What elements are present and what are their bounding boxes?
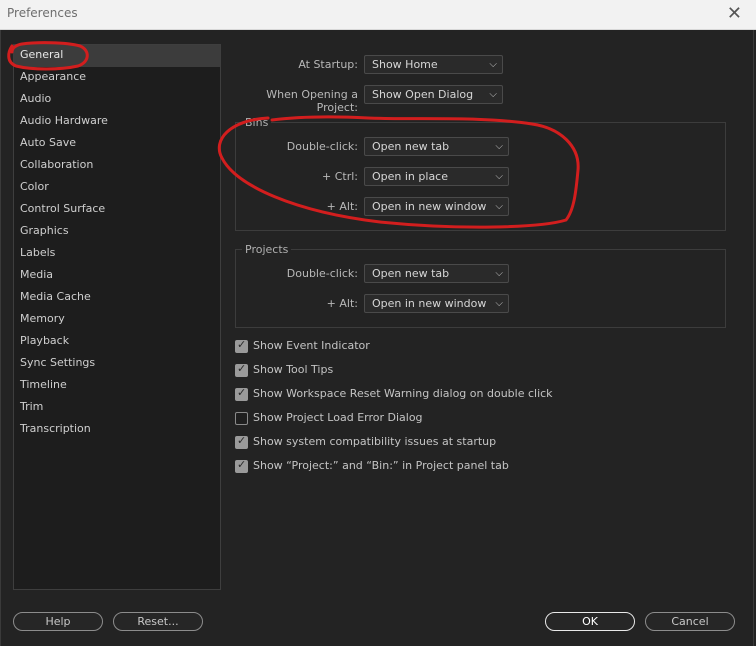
checkbox-label: Show Workspace Reset Warning dialog on d…: [253, 387, 553, 400]
sidebar-item-audio[interactable]: Audio: [14, 89, 220, 111]
checkbox-label: Show Project Load Error Dialog: [253, 411, 423, 424]
checkbox-label: Show “Project:” and “Bin:” in Project pa…: [253, 459, 509, 472]
sidebar-item-collaboration[interactable]: Collaboration: [14, 155, 220, 177]
sidebar-item-control-surface[interactable]: Control Surface: [14, 199, 220, 221]
window-title: Preferences: [7, 6, 78, 20]
sidebar-item-transcription[interactable]: Transcription: [14, 419, 220, 441]
bins-ctrl-value: Open in place: [372, 170, 448, 183]
sidebar-item-auto-save[interactable]: Auto Save: [14, 133, 220, 155]
projects-alt-value: Open in new window: [372, 297, 487, 310]
checkbox-unchecked[interactable]: [235, 412, 248, 425]
chevron-down-icon: ⌵: [495, 268, 503, 279]
checkbox-checked[interactable]: [235, 386, 248, 401]
projects-alt-label: + Alt:: [326, 297, 358, 310]
reset-button[interactable]: Reset...: [113, 612, 203, 631]
cancel-button[interactable]: Cancel: [645, 612, 735, 631]
at-startup-label: At Startup:: [298, 58, 358, 71]
sidebar-item-timeline[interactable]: Timeline: [14, 375, 220, 397]
title-bar: Preferences ✕: [0, 0, 756, 30]
projects-alt-dropdown[interactable]: Open in new window ⌵: [364, 294, 509, 313]
chevron-down-icon: ⌵: [495, 141, 503, 152]
category-list: General Appearance Audio Audio Hardware Auto…: [14, 45, 220, 441]
sidebar-item-trim[interactable]: Trim: [14, 397, 220, 419]
bins-double-click-label: Double-click:: [286, 140, 358, 153]
checkbox-checked[interactable]: [235, 338, 248, 353]
sidebar-item-media-cache[interactable]: Media Cache: [14, 287, 220, 309]
when-opening-dropdown[interactable]: Show Open Dialog ⌵: [364, 85, 503, 104]
when-opening-value: Show Open Dialog: [372, 88, 474, 101]
sidebar-item-memory[interactable]: Memory: [14, 309, 220, 331]
chevron-down-icon: ⌵: [489, 89, 497, 100]
projects-group: [235, 249, 726, 328]
checkbox-checked[interactable]: [235, 434, 248, 449]
checkbox-checked[interactable]: [235, 362, 248, 377]
sidebar-item-color[interactable]: Color: [14, 177, 220, 199]
sidebar-item-labels[interactable]: Labels: [14, 243, 220, 265]
preferences-category-list: General Appearance Audio Audio Hardware Auto…: [13, 44, 221, 590]
sidebar-item-sync-settings[interactable]: Sync Settings: [14, 353, 220, 375]
sidebar-item-graphics[interactable]: Graphics: [14, 221, 220, 243]
close-icon[interactable]: ✕: [727, 3, 742, 24]
chevron-down-icon: ⌵: [489, 59, 497, 70]
projects-double-click-dropdown[interactable]: Open new tab ⌵: [364, 264, 509, 283]
sidebar-item-audio-hardware[interactable]: Audio Hardware: [14, 111, 220, 133]
chevron-down-icon: ⌵: [495, 201, 503, 212]
bins-double-click-dropdown[interactable]: Open new tab ⌵: [364, 137, 509, 156]
projects-group-title: Projects: [242, 243, 292, 256]
bins-ctrl-dropdown[interactable]: Open in place ⌵: [364, 167, 509, 186]
sidebar-item-playback[interactable]: Playback: [14, 331, 220, 353]
projects-double-click-label: Double-click:: [286, 267, 358, 280]
sidebar-item-appearance[interactable]: Appearance: [14, 67, 220, 89]
at-startup-dropdown[interactable]: Show Home ⌵: [364, 55, 503, 74]
bins-group-title: Bins: [242, 116, 272, 129]
ok-button[interactable]: OK: [545, 612, 635, 631]
sidebar-item-media[interactable]: Media: [14, 265, 220, 287]
bins-alt-dropdown[interactable]: Open in new window ⌵: [364, 197, 509, 216]
checkbox-label: Show system compatibility issues at star…: [253, 435, 497, 448]
bins-double-click-value: Open new tab: [372, 140, 450, 153]
checkbox-label: Show Tool Tips: [253, 363, 334, 376]
bins-alt-label: + Alt:: [326, 200, 358, 213]
checkbox-label: Show Event Indicator: [253, 339, 370, 352]
sidebar-item-general[interactable]: General: [14, 45, 220, 67]
chevron-down-icon: ⌵: [495, 298, 503, 309]
chevron-down-icon: ⌵: [495, 171, 503, 182]
at-startup-value: Show Home: [372, 58, 438, 71]
projects-double-click-value: Open new tab: [372, 267, 450, 280]
when-opening-label: When Opening a Project:: [266, 88, 358, 114]
checkbox-checked[interactable]: [235, 458, 248, 473]
bins-ctrl-label: + Ctrl:: [322, 170, 358, 183]
help-button[interactable]: Help: [13, 612, 103, 631]
bins-alt-value: Open in new window: [372, 200, 487, 213]
